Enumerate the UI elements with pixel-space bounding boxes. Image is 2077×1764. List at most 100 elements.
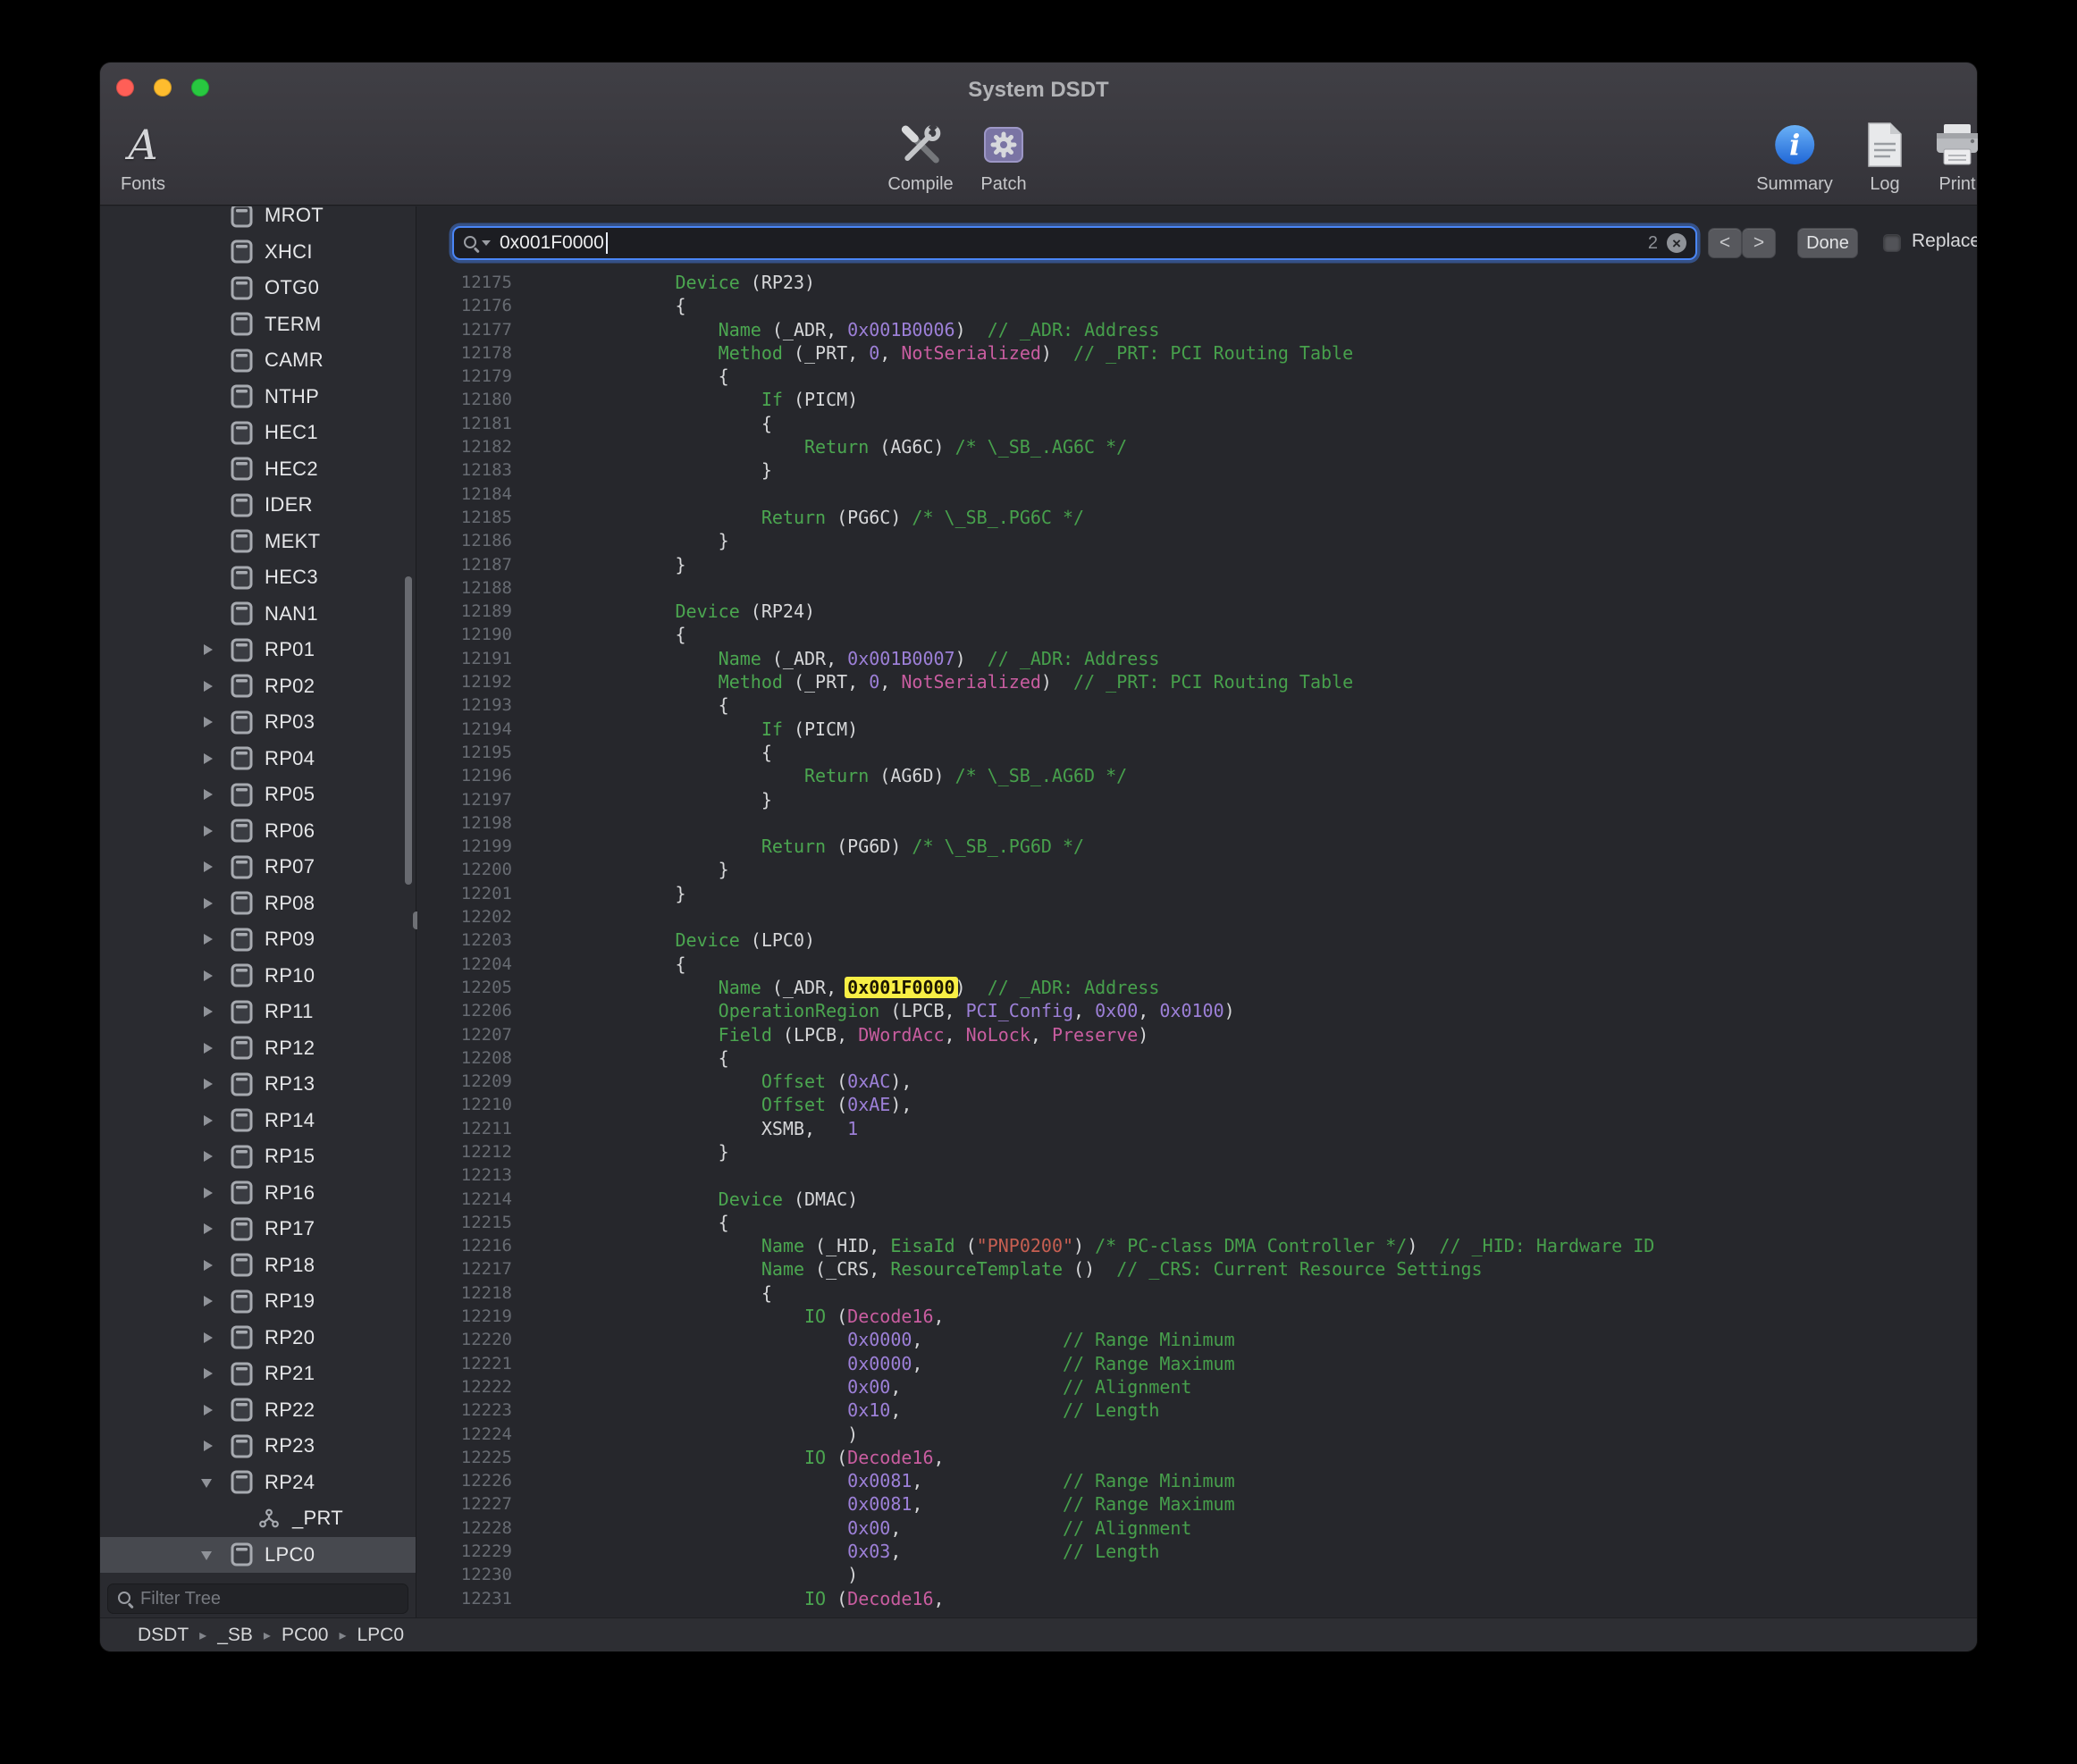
disclosure-triangle[interactable] bbox=[204, 826, 213, 836]
tree-item-rp20[interactable]: RP20 bbox=[100, 1320, 416, 1357]
find-next-button[interactable]: > bbox=[1742, 228, 1776, 258]
tree-item-rp19[interactable]: RP19 bbox=[100, 1283, 416, 1320]
tree-item-rp22[interactable]: RP22 bbox=[100, 1392, 416, 1429]
compile-label: Compile bbox=[887, 174, 953, 195]
tree-item-label: HEC2 bbox=[265, 458, 318, 481]
tree-item-xhci[interactable]: XHCI bbox=[100, 234, 416, 271]
breadcrumb-item[interactable]: DSDT bbox=[138, 1625, 189, 1646]
search-options-chevron-icon[interactable] bbox=[482, 240, 491, 246]
disclosure-triangle[interactable] bbox=[204, 1260, 213, 1271]
tree-item-rp04[interactable]: RP04 bbox=[100, 741, 416, 777]
titlebar[interactable]: System DSDT bbox=[100, 63, 1977, 116]
window-header: System DSDT A Fonts bbox=[100, 63, 1977, 206]
tree-item-mrot[interactable]: MROT bbox=[100, 206, 416, 234]
tree-item-rp03[interactable]: RP03 bbox=[100, 704, 416, 741]
disclosure-triangle[interactable] bbox=[204, 1043, 213, 1054]
tree-item-rp16[interactable]: RP16 bbox=[100, 1175, 416, 1212]
tree-item-rp24[interactable]: RP24 bbox=[100, 1465, 416, 1501]
disclosure-triangle[interactable] bbox=[204, 861, 213, 872]
replace-checkbox[interactable] bbox=[1883, 234, 1901, 252]
line-number: 12188 bbox=[417, 576, 512, 600]
tree-item-rp01[interactable]: RP01 bbox=[100, 632, 416, 668]
tree-item-label: XHCI bbox=[265, 240, 313, 264]
tree-item-lpc0[interactable]: LPC0 bbox=[100, 1537, 416, 1574]
disclosure-triangle[interactable] bbox=[204, 898, 213, 909]
tree-item-rp12[interactable]: RP12 bbox=[100, 1030, 416, 1067]
disclosure-triangle[interactable] bbox=[204, 934, 213, 945]
tree-item-hec3[interactable]: HEC3 bbox=[100, 559, 416, 596]
tree-item-rp10[interactable]: RP10 bbox=[100, 958, 416, 995]
disclosure-triangle[interactable] bbox=[204, 1188, 213, 1198]
tree-item-label: RP20 bbox=[265, 1326, 315, 1349]
disclosure-triangle[interactable] bbox=[204, 1115, 213, 1126]
print-button[interactable]: Print bbox=[1933, 116, 1981, 195]
tree-item-rp02[interactable]: RP02 bbox=[100, 668, 416, 705]
tree-item-rp23[interactable]: RP23 bbox=[100, 1428, 416, 1465]
tree-item-rp08[interactable]: RP08 bbox=[100, 886, 416, 922]
log-button[interactable]: Log bbox=[1865, 116, 1905, 195]
sidebar-tree: MROT XHCI OTG0 TERM CAMRNTHPHEC1 HEC2 IDERMEKT… bbox=[100, 206, 416, 1580]
tree-item-nthp[interactable]: NTHP bbox=[100, 379, 416, 416]
tree-item-rp09[interactable]: RP09 bbox=[100, 921, 416, 958]
tree-item-prt[interactable]: _PRT bbox=[100, 1500, 416, 1537]
line-number: 12192 bbox=[417, 670, 512, 693]
fonts-button[interactable]: A Fonts bbox=[121, 116, 165, 195]
tree-item-ider[interactable]: IDER bbox=[100, 487, 416, 524]
filter-tree-field[interactable]: Filter Tree bbox=[107, 1583, 408, 1614]
tree-item-rp18[interactable]: RP18 bbox=[100, 1247, 416, 1284]
tree-item-rp07[interactable]: RP07 bbox=[100, 849, 416, 886]
disclosure-triangle[interactable] bbox=[204, 970, 213, 981]
disclosure-triangle[interactable] bbox=[204, 644, 213, 655]
breadcrumb-item[interactable]: PC00 bbox=[282, 1625, 329, 1646]
disclosure-triangle[interactable] bbox=[204, 1332, 213, 1343]
tree-item-hec1[interactable]: HEC1 bbox=[100, 415, 416, 451]
search-field[interactable]: 0x001F0000 2 × bbox=[452, 226, 1697, 260]
tree-item-camr[interactable]: CAMR bbox=[100, 342, 416, 379]
disclosure-triangle[interactable] bbox=[204, 1405, 213, 1415]
tree-item-otg0[interactable]: OTG0 bbox=[100, 270, 416, 307]
search-icon[interactable] bbox=[463, 235, 479, 251]
search-query-text: 0x001F0000 bbox=[500, 232, 604, 254]
summary-button[interactable]: i Summary bbox=[1756, 116, 1833, 195]
code-line: 12188 bbox=[417, 576, 1977, 600]
disclosure-triangle[interactable] bbox=[204, 1223, 213, 1234]
clear-search-button[interactable]: × bbox=[1667, 233, 1686, 253]
breadcrumb-item[interactable]: LPC0 bbox=[357, 1625, 405, 1646]
find-previous-button[interactable]: < bbox=[1708, 228, 1742, 258]
code-editor[interactable]: 12175 Device (RP23)12176 {12177 Name (_A… bbox=[417, 265, 1977, 1617]
code-line: 12228 0x00, // Alignment bbox=[417, 1516, 1977, 1540]
disclosure-triangle[interactable] bbox=[204, 681, 213, 692]
disclosure-triangle[interactable] bbox=[204, 753, 213, 764]
disclosure-triangle[interactable] bbox=[204, 1006, 213, 1017]
tree-item-term[interactable]: TERM bbox=[100, 307, 416, 343]
sidebar-scrollbar[interactable] bbox=[405, 576, 412, 885]
tree-item-rp21[interactable]: RP21 bbox=[100, 1356, 416, 1392]
disclosure-triangle[interactable] bbox=[201, 1551, 212, 1560]
disclosure-triangle[interactable] bbox=[204, 1441, 213, 1451]
tree-item-rp17[interactable]: RP17 bbox=[100, 1211, 416, 1247]
disclosure-triangle[interactable] bbox=[204, 717, 213, 727]
disclosure-triangle[interactable] bbox=[204, 1079, 213, 1089]
disclosure-triangle[interactable] bbox=[204, 1368, 213, 1379]
disclosure-triangle[interactable] bbox=[204, 1296, 213, 1306]
tree-item-rp06[interactable]: RP06 bbox=[100, 813, 416, 850]
compile-button[interactable]: Compile bbox=[887, 116, 953, 195]
tree-item-nan1[interactable]: NAN1 bbox=[100, 596, 416, 633]
line-number: 12216 bbox=[417, 1234, 512, 1257]
tree-item-rp11[interactable]: RP11 bbox=[100, 994, 416, 1030]
tree-item-label: NAN1 bbox=[265, 602, 318, 626]
patch-button[interactable]: Patch bbox=[980, 116, 1027, 195]
tree-item-rp13[interactable]: RP13 bbox=[100, 1066, 416, 1103]
tree-item-mekt[interactable]: MEKT bbox=[100, 524, 416, 560]
tree-item-hec2[interactable]: HEC2 bbox=[100, 451, 416, 488]
disclosure-triangle[interactable] bbox=[204, 789, 213, 800]
tree-item-rp14[interactable]: RP14 bbox=[100, 1103, 416, 1139]
tree-item-rp05[interactable]: RP05 bbox=[100, 777, 416, 813]
disclosure-triangle[interactable] bbox=[204, 1151, 213, 1162]
breadcrumb-item[interactable]: _SB bbox=[217, 1625, 253, 1646]
tree-item-rp15[interactable]: RP15 bbox=[100, 1138, 416, 1175]
disclosure-triangle[interactable] bbox=[201, 1479, 212, 1488]
tree-item-label: TERM bbox=[265, 313, 322, 336]
tree-item-label: RP03 bbox=[265, 710, 315, 734]
done-button[interactable]: Done bbox=[1797, 228, 1858, 258]
